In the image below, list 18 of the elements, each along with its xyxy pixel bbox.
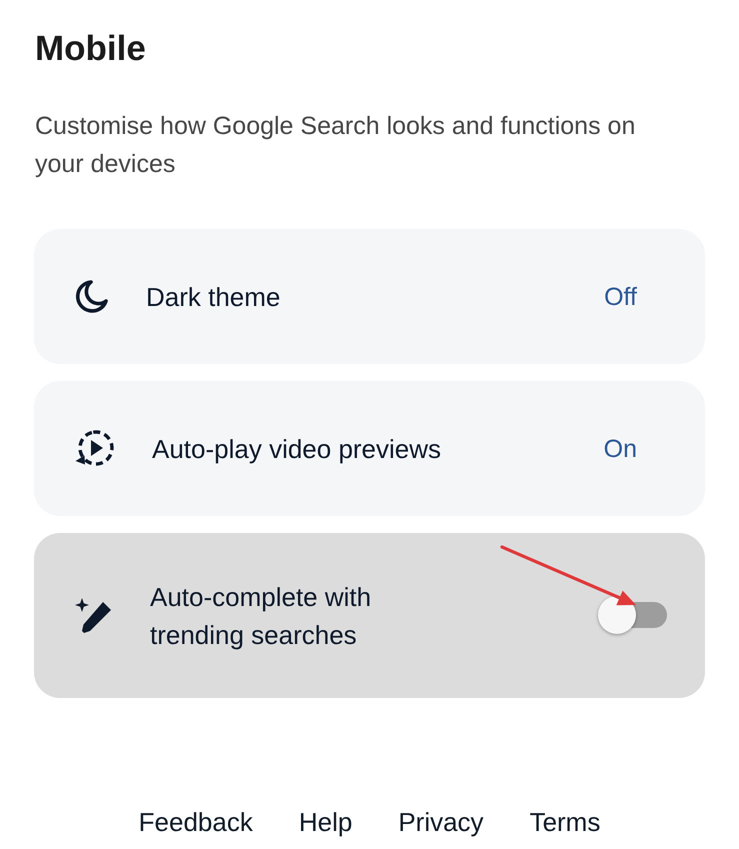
setting-card[interactable]: Auto-complete with trending searches [34, 533, 705, 698]
setting-value: Off [604, 282, 637, 312]
footer-link[interactable]: Feedback [138, 806, 253, 838]
setting-card[interactable]: Auto-play video previews On [34, 381, 705, 516]
setting-card[interactable]: Dark theme Off [34, 229, 705, 364]
setting-label: Auto-complete with trending searches [150, 580, 372, 652]
page-title: Mobile [35, 28, 146, 70]
footer-link[interactable]: Terms [530, 806, 600, 838]
toggle-switch[interactable] [597, 594, 667, 634]
page-description: Customise how Google Search looks and functions on your devices [35, 111, 636, 180]
replay-video-icon [75, 428, 115, 468]
setting-label: Auto-play video previews [152, 432, 442, 466]
setting-label: Dark theme [146, 280, 282, 314]
magic-pen-icon [75, 596, 113, 634]
footer-link[interactable]: Privacy [398, 806, 484, 838]
footer-link[interactable]: Help [298, 806, 352, 838]
setting-value: On [604, 434, 637, 464]
moon-icon [75, 278, 109, 314]
